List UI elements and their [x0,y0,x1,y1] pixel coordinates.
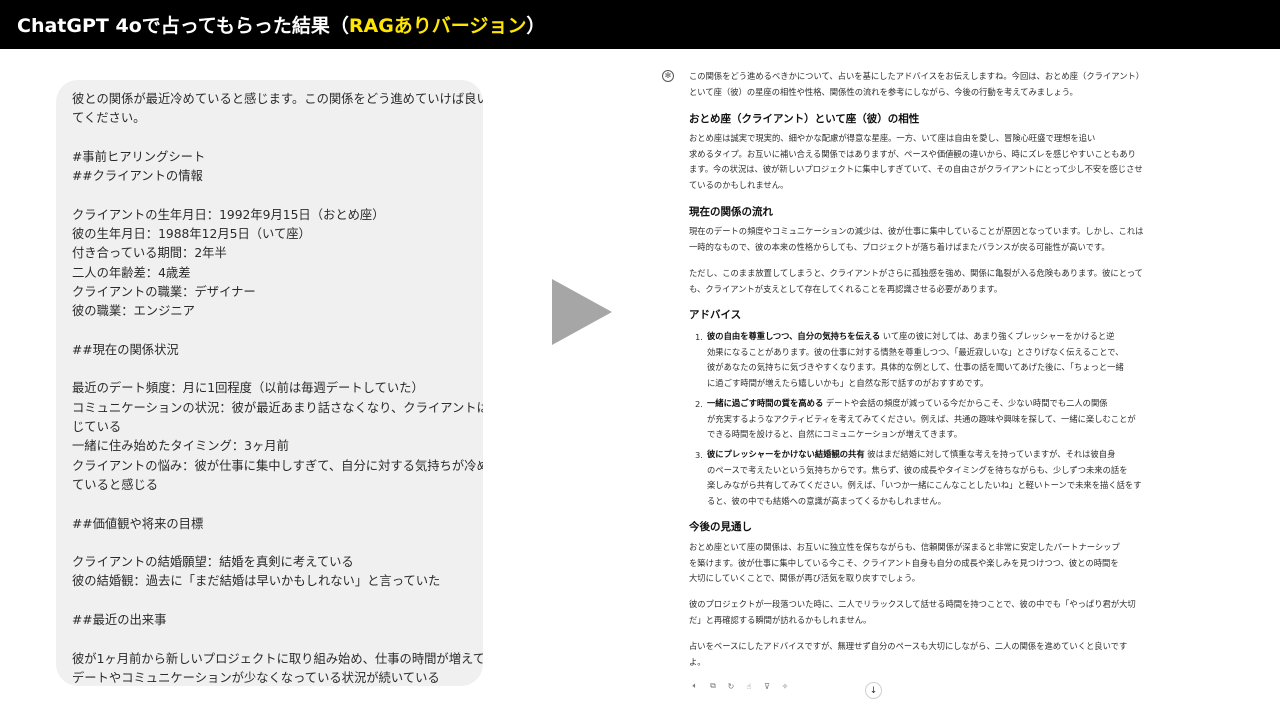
play-arrow-icon [552,279,612,345]
prompt-line: 二人の年齢差：4歳差 [72,265,191,280]
response-line: この関係をどう進めるべきかについて、占いを基にしたアドバイスをお伝えしますね。今… [689,71,1145,81]
scroll-down-button[interactable]: ↓ [865,682,882,699]
prompt-line: じている [72,420,122,435]
advice-line: 効果になることがあります。彼の仕事に対する情熱を尊重しつつ、「最近寂しいな」とさ… [707,346,1124,357]
advice-text: いて座の彼に対しては、あまり強くプレッシャーをかけると逆 [880,331,1115,341]
copy-icon[interactable]: ⧉ [708,681,718,691]
prompt-line: #事前ヒアリングシート [72,149,206,164]
slide-title-main: ChatGPT 4oで占ってもらった結果（ [17,15,349,37]
response-line: おとめ座は誠実で現実的、細やかな配慮が得意な星座。一方、いて座は自由を愛し、冒険… [689,133,1096,143]
advice-line: に過ごす時間が増えたら嬉しいかも」と自然な形で話すのがおすすめです。 [707,377,989,388]
response-line: ているのかもしれません。 [689,179,789,190]
prompt-line: コミュニケーションの状況：彼が最近あまり話さなくなり、クライアントは距離を感 [72,400,483,415]
advice-number: 3. [695,450,703,460]
response-line: 現在のデートの頻度やコミュニケーションの減少は、彼が仕事に集中していることが原因… [689,226,1144,236]
section-heading: 現在の関係の流れ [689,206,773,218]
response-line: よ。 [689,656,706,667]
advice-title: 一緒に過ごす時間の質を高める [707,398,824,408]
advice-line: 楽しみながら共有してみてください。例えば、「いつか一緒にこんなことしたいね」と軽… [707,480,1142,491]
response-line: だ」と再確認する瞬間が訪れるかもしれません。 [689,614,872,625]
section-heading: アドバイス [689,309,742,321]
prompt-line: 彼との関係が最近冷めていると感じます。この関係をどう進めていけば良いか占っ [72,92,483,106]
advice-first-line: 彼の自由を尊重しつつ、自分の気持ちを伝える いて座の彼に対しては、あまり強くプレ… [707,329,1114,345]
advice-line: 彼があなたの気持ちに気づきやすくなります。具体的な例として、仕事の話を聞いてあげ… [707,362,1124,373]
response-line: 大切にしていくことで、関係が再び活気を取り戻すでしょう。 [689,573,921,584]
advice-text: デートや会話の頻度が減っている今だからこそ、少ない時間でも二人の関係 [823,398,1108,408]
prompt-line: 彼が1ヶ月前から新しいプロジェクトに取り組み始め、仕事の時間が増えている [72,651,483,666]
assistant-response: ✻ この関係をどう進めるべきかについて、占いを基にしたアドバイスをお伝えしますね… [662,66,1144,706]
response-line: ます。今の状況は、彼が新しいプロジェクトに集中しすぎていて、その自由さがクライア… [689,164,1143,175]
response-line: 彼のプロジェクトが一段落ついた時に、二人でリラックスして話せる時間を持つことで、… [689,599,1136,609]
advice-first-line: 一緒に過ごす時間の質を高める デートや会話の頻度が減っている今だからこそ、少ない… [707,396,1108,412]
prompt-line: デートやコミュニケーションが少なくなっている状況が続いている [72,670,440,685]
response-line: 一時的なもので、彼の本来の性格からしても、プロジェクトが落ち着けばまたバランスが… [689,241,1110,252]
prompt-line: ##最近の出来事 [72,613,167,628]
prompt-line: クライアントの結婚願望：結婚を真剣に考えている [72,555,354,570]
prompt-line: 彼の生年月日：1988年12月5日（いて座） [72,227,311,242]
response-line: ただし、このまま放置してしまうと、クライアントがさらに孤独感を強め、関係に亀裂が… [689,268,1143,278]
advice-number: 1. [695,332,703,342]
response-line: 占いをベースにしたアドバイスですが、無理せず自分のペースも大切にしながら、二人の… [689,641,1128,651]
prompt-line: クライアントの職業：デザイナー [72,284,256,299]
prompt-line: てください。 [72,111,146,126]
prompt-line [72,322,469,341]
prompt-line [72,186,469,205]
section-heading: おとめ座（クライアント）といて座（彼）の相性 [689,113,920,125]
thumbs-down-icon[interactable]: ⊽ [762,681,772,691]
prompt-line: ##価値観や将来の目標 [72,516,204,531]
prompt-line: クライアントの悩み：彼が仕事に集中しすぎて、自分に対する気持ちが冷めてき [72,458,483,473]
prompt-line: クライアントの生年月日：1992年9月15日（おとめ座） [72,207,385,222]
thumbs-up-icon[interactable]: ☝︎ [744,681,754,691]
prompt-line: 付き合っている期間：2年半 [72,246,227,261]
prompt-line: 彼の結婚観：過去に「まだ結婚は早いかもしれない」と言っていた [72,574,441,589]
advice-number: 2. [695,399,703,409]
response-line: といて座（彼）の星座の相性や性格、関係性の流れを参考にしながら、今後の行動を考え… [689,86,1078,97]
prompt-line [72,495,469,514]
advice-text: 彼はまだ結婚に対して慎重な考えを持っていますが、それは彼自身 [864,449,1116,459]
slide-title: ChatGPT 4oで占ってもらった結果（ RAGありバージョン） [0,0,1280,49]
slide-title-highlight: RAGありバージョン [348,15,527,37]
prompt-line [72,534,469,553]
response-actions: 🔈︎ ⧉ ↻ ☝︎ ⊽ ✧ [690,681,790,691]
response-line: おとめ座といて座の関係は、お互いに独立性を保ちながらも、信頼関係が深まると非常に… [689,542,1120,552]
read-aloud-icon[interactable]: 🔈︎ [690,681,700,691]
prompt-line [72,129,469,148]
response-line: 求めるタイプ。お互いに補い合える関係ではありますが、ペースや価値観の違いから、時… [689,148,1136,159]
advice-line: が充実するようなアクティビティを考えてみてください。例えば、共通の趣味や興味を探… [707,413,1136,424]
regenerate-icon[interactable]: ↻ [726,681,736,691]
model-switch-icon[interactable]: ✧ [780,681,790,691]
prompt-line: 彼の職業：エンジニア [72,304,195,319]
chatgpt-logo-icon: ✻ [662,70,674,82]
advice-line: のペースで考えたいという気持ちからです。焦らず、彼の成長やタイミングを待ちながら… [707,464,1128,475]
advice-line: できる時間を設けると、自然にコミュニケーションが増えてきます。 [707,429,963,440]
slide-title-end: ） [526,15,546,37]
prompt-line: ##現在の関係状況 [72,342,179,357]
response-line: も、クライアントが支えとして存在してくれることを再認識させる必要があります。 [689,283,1003,294]
prompt-line: ていると感じる [72,477,159,492]
prompt-line [72,360,469,379]
prompt-line: 一緒に住み始めたタイミング：3ヶ月前 [72,439,289,454]
prompt-line [72,630,469,649]
prompt-line: 最近のデート頻度：月に1回程度（以前は毎週デートしていた） [72,381,424,396]
user-prompt-bubble: 彼との関係が最近冷めていると感じます。この関係をどう進めていけば良いか占っ てくだ… [56,80,483,686]
prompt-line [72,592,469,611]
advice-first-line: 彼にプレッシャーをかけない結婚観の共有 彼はまだ結婚に対して慎重な考えを持ってい… [707,447,1115,463]
section-heading: 今後の見通し [689,521,752,533]
advice-line: ると、彼の中でも結婚への意識が高まってくるかもしれません。 [707,495,946,506]
advice-title: 彼の自由を尊重しつつ、自分の気持ちを伝える [707,331,881,341]
response-line: を築けます。彼が仕事に集中している今こそ、クライアント自身も自分の成長や楽しみを… [689,557,1119,568]
advice-title: 彼にプレッシャーをかけない結婚観の共有 [707,449,865,459]
prompt-line: ##クライアントの情報 [72,169,203,184]
